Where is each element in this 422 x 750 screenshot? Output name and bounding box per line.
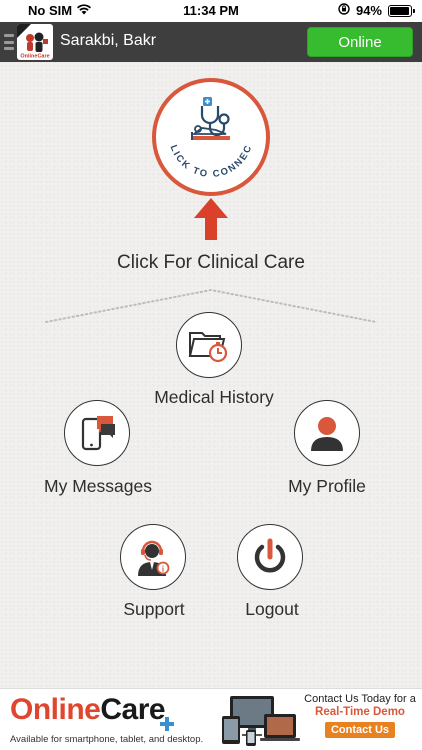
clinical-care-title: Click For Clinical Care <box>117 252 305 273</box>
hamburger-icon[interactable] <box>4 34 14 50</box>
my-profile-label[interactable]: My Profile <box>263 476 391 497</box>
power-icon <box>254 538 286 573</box>
onlinecare-logo-icon: OnlineCare <box>17 24 53 60</box>
status-bar: No SIM 11:34 PM 94% <box>0 0 422 22</box>
ad-contact-line2: Real-Time Demo <box>315 706 405 718</box>
folder-clock-icon <box>188 332 228 363</box>
devices-image <box>220 694 304 750</box>
support-button[interactable]: i <box>120 524 186 590</box>
ad-brand-part2: Care <box>100 693 166 726</box>
connect-ring-text: CLICK TO CONNECT <box>156 82 253 180</box>
person-icon <box>311 417 343 451</box>
logout-label[interactable]: Logout <box>208 599 336 620</box>
online-status-button[interactable]: Online <box>307 27 413 57</box>
my-messages-label[interactable]: My Messages <box>34 476 162 497</box>
app-header: OnlineCare Sarakbi, Bakr Online <box>0 22 422 62</box>
ad-tagline: Available for smartphone, tablet, and de… <box>10 734 204 745</box>
status-left: No SIM <box>28 3 92 18</box>
my-profile-button[interactable] <box>294 400 360 466</box>
arrow-up-icon <box>194 198 228 245</box>
ad-contact: Contact Us Today for a Real-Time Demo Co… <box>302 693 418 738</box>
phone-chat-icon <box>81 416 115 451</box>
battery-percent: 94% <box>355 3 382 18</box>
logout-button[interactable] <box>237 524 303 590</box>
wifi-icon <box>76 3 92 18</box>
user-name: Sarakbi, Bakr <box>60 32 157 49</box>
my-messages-button[interactable] <box>64 400 130 466</box>
svg-text:OnlineCare: OnlineCare <box>20 54 49 60</box>
status-right: 94% <box>338 3 415 18</box>
ad-brand-part1: Online <box>10 693 101 726</box>
ad-contact-line1: Contact Us Today for a <box>304 693 416 705</box>
stethoscope-patient-icon <box>191 97 230 140</box>
ad-brand-logo: OnlineCare <box>10 693 166 727</box>
battery-fill <box>390 6 409 15</box>
medical-history-button[interactable] <box>176 312 242 378</box>
orientation-lock-icon <box>338 3 350 18</box>
contact-us-button[interactable]: Contact Us <box>324 722 396 738</box>
click-to-connect-button[interactable]: CLICK TO CONNECT <box>152 78 270 196</box>
headset-agent-icon: i <box>138 540 170 576</box>
carrier-label: No SIM <box>28 3 73 18</box>
ad-banner[interactable]: OnlineCare Available for smartphone, tab… <box>0 688 422 750</box>
support-label[interactable]: Support <box>90 599 218 620</box>
medical-history-label[interactable]: Medical History <box>150 387 278 408</box>
svg-text:CLICK TO CONNECT: CLICK TO CONNECT <box>156 82 255 180</box>
battery-icon <box>388 4 415 17</box>
